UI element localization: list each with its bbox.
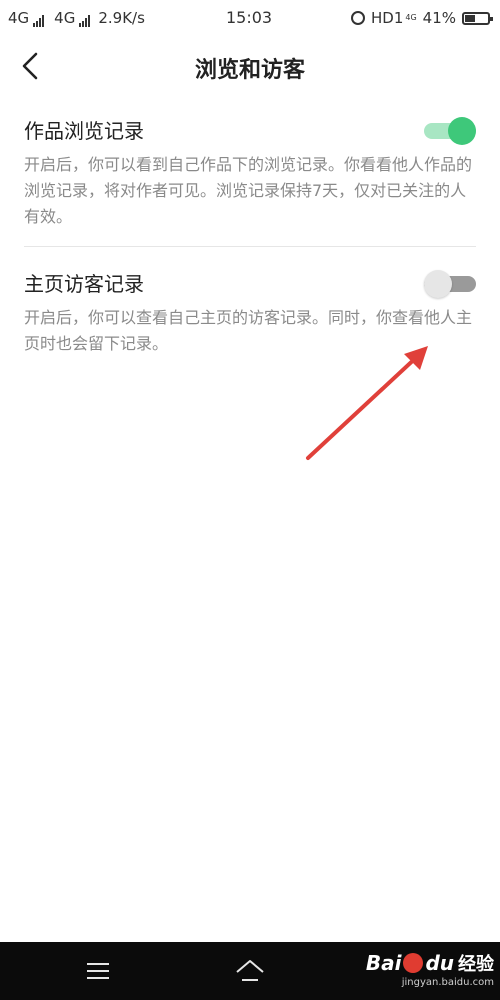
- paw-icon: [403, 953, 424, 973]
- baidu-jingyan-watermark: Bai du 经验 jingyan.baidu.com: [366, 950, 494, 992]
- menu-icon: [87, 963, 109, 979]
- watermark-jingyan: 经验: [458, 954, 494, 975]
- network-speed: 2.9K/s: [98, 9, 145, 27]
- battery-icon: [462, 11, 493, 25]
- signal-2-label: 4G: [54, 9, 76, 27]
- battery-fill: [465, 14, 475, 22]
- toggle-knob: [424, 270, 452, 298]
- annotation-arrow-icon: [306, 346, 428, 460]
- nav-header: 浏览和访客: [0, 36, 500, 96]
- battery-percent: 41%: [422, 9, 456, 27]
- status-bar: 4G 4G 2.9K/s 15:03 HD1 4G 41%: [0, 0, 500, 36]
- hd-label: HD1: [370, 9, 404, 27]
- menu-button[interactable]: [81, 956, 115, 986]
- home-button[interactable]: [233, 956, 267, 986]
- alarm-icon: [350, 11, 365, 25]
- setting-works-browse-record: 作品浏览记录 开启后，你可以看到自己作品下的浏览记录。你看看他人作品的浏览记录，…: [24, 115, 476, 230]
- works-browse-toggle[interactable]: [424, 117, 476, 145]
- bottom-nav: Bai du 经验 jingyan.baidu.com: [0, 942, 500, 1000]
- setting-description: 开启后，你可以看到自己作品下的浏览记录。你看看他人作品的浏览记录，将对作者可见。…: [24, 155, 473, 226]
- watermark-du: du: [425, 951, 454, 975]
- home-icon: [236, 960, 264, 981]
- toggle-knob: [448, 117, 476, 145]
- watermark-bai: Bai: [365, 951, 402, 975]
- status-right: HD1 4G 41%: [350, 9, 493, 27]
- small-4g-label: 4G: [405, 13, 417, 22]
- homepage-visitor-toggle[interactable]: [424, 270, 476, 298]
- signal-bars-icon: [33, 15, 45, 27]
- signal-1: 4G: [8, 9, 45, 27]
- status-left: 4G 4G 2.9K/s: [8, 9, 145, 27]
- setting-title: 主页访客记录: [24, 272, 144, 296]
- signal-bars-icon: [79, 15, 91, 27]
- setting-title: 作品浏览记录: [24, 119, 144, 143]
- signal-2: 4G: [54, 9, 91, 27]
- status-time: 15:03: [226, 8, 273, 27]
- divider: [24, 246, 476, 247]
- watermark-url: jingyan.baidu.com: [401, 977, 494, 988]
- page-title: 浏览和访客: [194, 58, 305, 83]
- signal-1-label: 4G: [8, 9, 30, 27]
